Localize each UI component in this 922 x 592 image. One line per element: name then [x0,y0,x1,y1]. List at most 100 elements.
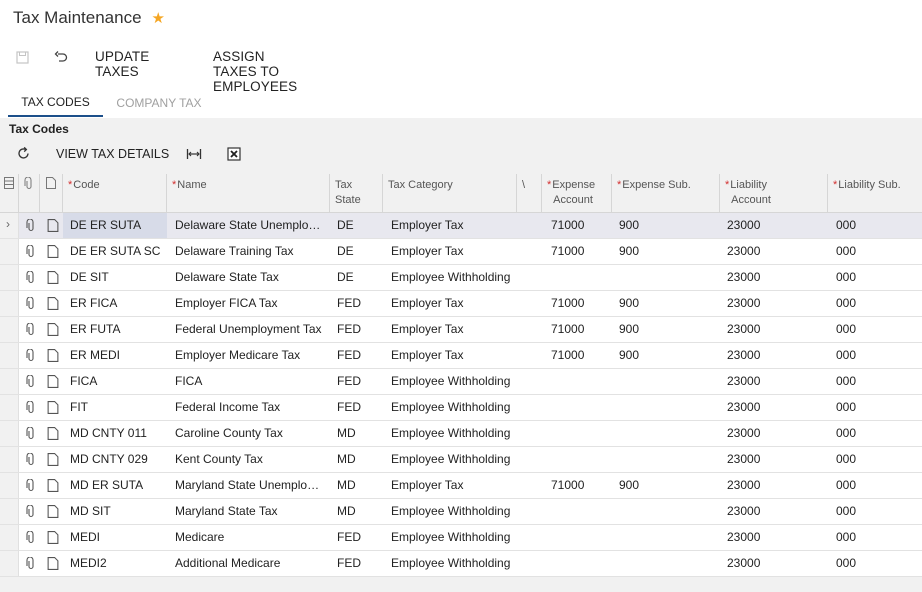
attachment-icon[interactable] [25,453,37,466]
cell-liability-account[interactable]: 23000 [727,239,825,264]
cell-expense-account[interactable] [551,499,609,524]
cell-expense-sub[interactable] [619,499,717,524]
cell-name[interactable]: Delaware State Tax [175,265,325,290]
col-expense-sub[interactable]: *Expense Sub. [612,174,720,212]
cell-liability-account[interactable]: 23000 [727,291,825,316]
col-liability-account[interactable]: *Liability Account [720,174,828,212]
cell-expense-sub[interactable]: 900 [619,291,717,316]
row-selector[interactable] [0,421,19,446]
cell-state[interactable]: FED [337,525,381,550]
cell-expense-sub[interactable]: 900 [619,317,717,342]
cell-liability-sub[interactable]: 000 [836,291,916,316]
cell-state[interactable]: MD [337,473,381,498]
cell-state[interactable]: FED [337,369,381,394]
cell-category[interactable]: Employer Tax [391,317,515,342]
row-selector[interactable] [0,369,19,394]
cell-state[interactable]: FED [337,395,381,420]
cell-expense-sub[interactable]: 900 [619,213,717,238]
fit-columns-icon[interactable] [186,147,202,161]
cell-expense-account[interactable] [551,369,609,394]
note-icon[interactable] [47,531,59,544]
row-selector[interactable] [0,265,19,290]
cell-name[interactable]: Kent County Tax [175,447,325,472]
col-expense-account[interactable]: *Expense Account [542,174,612,212]
cell-expense-sub[interactable] [619,395,717,420]
cell-expense-account[interactable] [551,551,609,576]
attachment-icon[interactable] [25,297,37,310]
cell-expense-account[interactable]: 71000 [551,473,609,498]
table-row[interactable]: DE ER SUTA SC Delaware Training Tax DE E… [0,239,922,265]
cell-state[interactable]: DE [337,265,381,290]
cell-code[interactable]: ER FICA [70,291,165,316]
cell-expense-sub[interactable] [619,421,717,446]
cell-name[interactable]: Additional Medicare [175,551,325,576]
refresh-icon[interactable] [16,146,32,162]
cell-expense-account[interactable] [551,421,609,446]
col-v[interactable]: \ [517,174,542,212]
cell-category[interactable]: Employee Withholding [391,265,515,290]
cell-state[interactable]: FED [337,343,381,368]
cell-name[interactable]: FICA [175,369,325,394]
attachment-icon[interactable] [25,271,37,284]
cell-liability-sub[interactable]: 000 [836,265,916,290]
table-row[interactable]: ER FUTA Federal Unemployment Tax FED Emp… [0,317,922,343]
cell-liability-account[interactable]: 23000 [727,447,825,472]
cell-liability-account[interactable]: 23000 [727,343,825,368]
attachment-icon[interactable] [25,427,37,440]
col-tax-category[interactable]: Tax Category [383,174,517,212]
attachment-icon[interactable] [25,323,37,336]
col-name[interactable]: *Name [167,174,330,212]
cell-state[interactable]: DE [337,239,381,264]
cell-category[interactable]: Employer Tax [391,343,515,368]
row-selector[interactable]: › [0,213,19,238]
attachment-icon[interactable] [25,349,37,362]
cell-category[interactable]: Employer Tax [391,291,515,316]
cell-name[interactable]: Maryland State Unemploy… [175,473,325,498]
cell-expense-account[interactable]: 71000 [551,343,609,368]
cell-category[interactable]: Employee Withholding [391,525,515,550]
cell-code[interactable]: ER MEDI [70,343,165,368]
cell-liability-account[interactable]: 23000 [727,473,825,498]
cell-category[interactable]: Employee Withholding [391,447,515,472]
cell-name[interactable]: Federal Income Tax [175,395,325,420]
row-selector[interactable] [0,395,19,420]
col-liability-sub[interactable]: *Liability Sub. [828,174,922,212]
cell-expense-sub[interactable] [619,551,717,576]
cell-expense-sub[interactable] [619,525,717,550]
note-icon[interactable] [47,479,59,492]
note-icon[interactable] [47,297,59,310]
cell-expense-sub[interactable] [619,447,717,472]
table-row[interactable]: › DE ER SUTA Delaware State Unemplo… DE … [0,213,922,239]
table-row[interactable]: FIT Federal Income Tax FED Employee With… [0,395,922,421]
table-row[interactable]: ER MEDI Employer Medicare Tax FED Employ… [0,343,922,369]
update-taxes-button[interactable]: UPDATE TAXES [95,49,149,79]
attachment-icon[interactable] [25,479,37,492]
cell-name[interactable]: Medicare [175,525,325,550]
cell-expense-account[interactable]: 71000 [551,239,609,264]
table-row[interactable]: FICA FICA FED Employee Withholding 23000… [0,369,922,395]
cell-code[interactable]: DE SIT [70,265,165,290]
cell-expense-sub[interactable]: 900 [619,473,717,498]
cell-category[interactable]: Employee Withholding [391,395,515,420]
cell-liability-account[interactable]: 23000 [727,265,825,290]
cell-name[interactable]: Employer Medicare Tax [175,343,325,368]
row-selector[interactable] [0,343,19,368]
cell-liability-account[interactable]: 23000 [727,369,825,394]
cell-expense-sub[interactable] [619,265,717,290]
note-icon[interactable] [47,271,59,284]
undo-icon[interactable] [53,49,69,65]
cell-liability-account[interactable]: 23000 [727,421,825,446]
view-tax-details-button[interactable]: VIEW TAX DETAILS [56,147,169,161]
note-icon[interactable] [47,453,59,466]
attachment-icon[interactable] [25,375,37,388]
cell-liability-account[interactable]: 23000 [727,499,825,524]
cell-name[interactable]: Delaware State Unemplo… [175,213,325,238]
cell-code[interactable]: ER FUTA [70,317,165,342]
cell-expense-account[interactable]: 71000 [551,213,609,238]
cell-code[interactable]: DE ER SUTA SC [70,239,165,264]
table-row[interactable]: MD SIT Maryland State Tax MD Employee Wi… [0,499,922,525]
cell-expense-sub[interactable] [619,369,717,394]
row-selector[interactable] [0,473,19,498]
cell-liability-sub[interactable]: 000 [836,421,916,446]
col-code[interactable]: *Code [63,174,167,212]
